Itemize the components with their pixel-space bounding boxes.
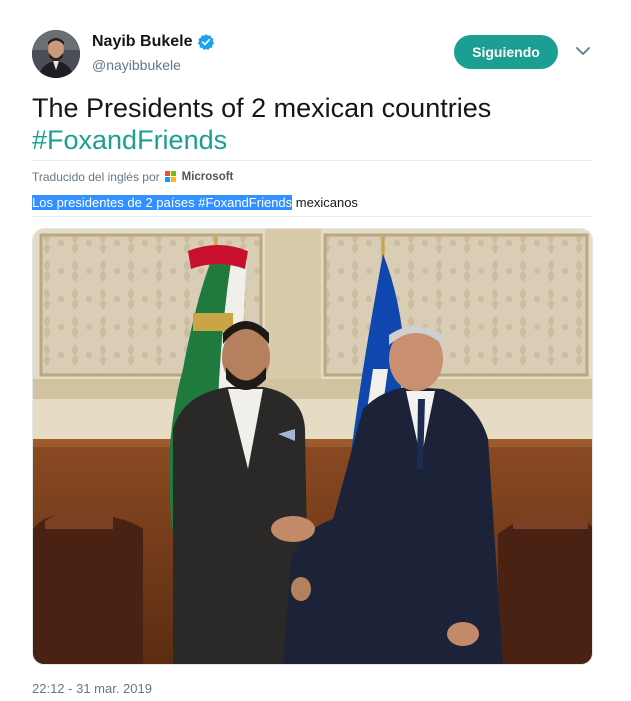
tweet-timestamp[interactable]: 22:12 - 31 mar. 2019 [32,681,152,696]
translation-credit-label: Traducido del inglés por [32,170,160,184]
photo-image [33,229,592,664]
translation-credit: Traducido del inglés por Microsoft [32,170,233,184]
author-name[interactable]: Nayib Bukele [92,33,215,51]
microsoft-logo-icon [164,171,177,183]
translated-text-rest: mexicanos [292,195,358,210]
hashtag-link[interactable]: #FoxandFriends [32,125,227,155]
tweet-text: The Presidents of 2 mexican countries #F… [32,92,602,156]
verified-badge-icon [198,34,215,50]
translated-text-selected: Los presidentes de 2 países #FoxandFrien… [32,195,293,210]
author-handle[interactable]: @nayibbukele [92,57,181,73]
divider [32,216,592,217]
chevron-down-icon[interactable] [574,44,592,58]
following-button[interactable]: Siguiendo [454,35,558,69]
tweet-photo[interactable] [32,228,593,665]
translated-text: Los presidentes de 2 países #FoxandFrien… [32,194,358,211]
translation-provider[interactable]: Microsoft [182,171,234,183]
author-name-text[interactable]: Nayib Bukele [92,33,192,51]
tweet-text-main: The Presidents of 2 mexican countries [32,93,492,123]
divider [32,160,592,161]
avatar-image [32,30,80,78]
avatar[interactable] [32,30,80,78]
